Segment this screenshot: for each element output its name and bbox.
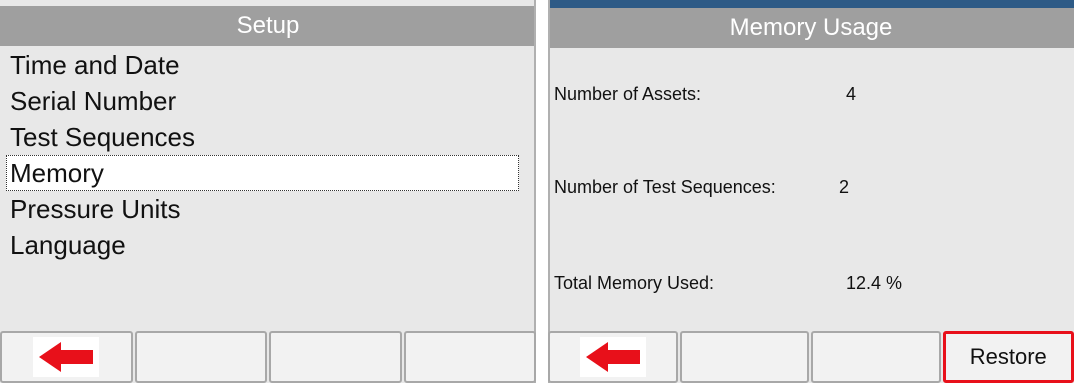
menu-item-language[interactable]: Language [0,227,536,263]
test-sequences-label: Number of Test Sequences: [554,177,776,197]
memory-used-label: Total Memory Used: [554,273,715,293]
menu-item-time-and-date[interactable]: Time and Date [0,47,536,83]
back-arrow-icon [33,337,100,377]
panel-left-border [548,0,550,383]
assets-value: 4 [846,84,857,104]
back-arrow-icon [579,337,646,377]
assets-label: Number of Assets: [554,84,702,104]
softkey-2[interactable] [134,331,267,383]
memory-usage-title: Memory Usage [548,8,1074,48]
menu-item-pressure-units[interactable]: Pressure Units [0,191,536,227]
menu-item-test-sequences[interactable]: Test Sequences [0,119,536,155]
memory-used-value: 12.4 % [846,273,903,293]
memory-softkey-bar: Restore [548,331,1074,383]
softkey-3[interactable] [811,331,941,383]
setup-title: Setup [0,6,536,46]
memory-usage-screen: Memory Usage Number of Assets: 4 Number … [548,0,1074,383]
setup-screen: Setup Time and Date Serial Number Test S… [0,0,536,383]
test-sequences-value: 2 [839,177,850,197]
softkey-4[interactable] [403,331,536,383]
setup-softkey-bar [0,331,536,383]
menu-item-memory[interactable]: Memory [6,155,519,191]
restore-button[interactable]: Restore [942,331,1074,383]
setup-menu: Time and Date Serial Number Test Sequenc… [0,47,536,263]
back-button[interactable] [548,331,678,383]
softkey-3[interactable] [269,331,402,383]
back-button[interactable] [0,331,133,383]
menu-item-serial-number[interactable]: Serial Number [0,83,536,119]
window-top-bar [548,0,1074,8]
softkey-2[interactable] [679,331,809,383]
